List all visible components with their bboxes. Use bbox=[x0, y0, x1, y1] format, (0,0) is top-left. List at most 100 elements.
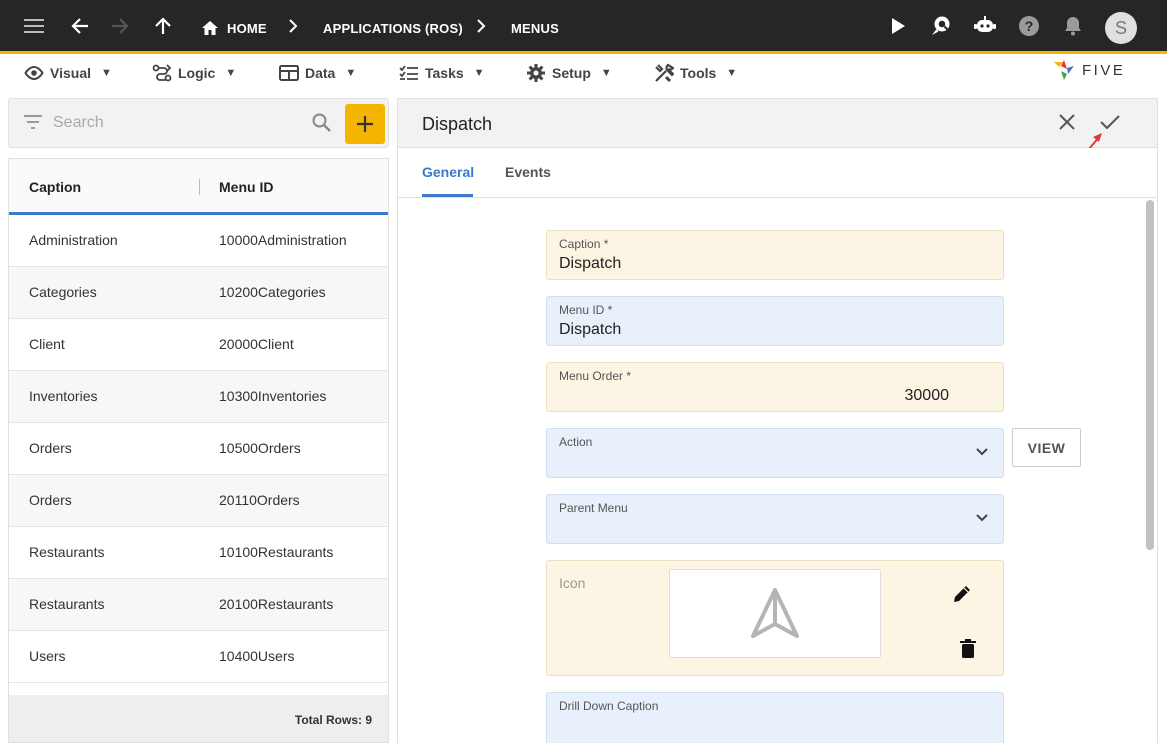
edit-pencil-icon[interactable] bbox=[951, 583, 973, 605]
grid-footer: Total Rows: 9 bbox=[9, 695, 388, 742]
navigation-arrow-icon bbox=[751, 587, 799, 638]
menu-data[interactable]: Data ▼ bbox=[279, 62, 356, 84]
menu-visual-label: Visual bbox=[50, 65, 91, 81]
gear-icon bbox=[527, 64, 545, 82]
list-search-bar: Search bbox=[8, 98, 389, 148]
drill-down-caption-label: Drill Down Caption bbox=[559, 699, 659, 713]
row-caption: Restaurants bbox=[29, 596, 105, 612]
menu-id-value: Dispatch bbox=[559, 321, 622, 338]
menu-tools-label: Tools bbox=[680, 65, 717, 81]
eye-icon bbox=[24, 66, 44, 80]
menu-tools[interactable]: Tools ▼ bbox=[654, 62, 737, 84]
caption-field[interactable]: Caption * Dispatch bbox=[546, 230, 1004, 280]
menu-logic[interactable]: Logic ▼ bbox=[152, 62, 236, 84]
dropdown-arrow-icon: ▼ bbox=[473, 67, 485, 79]
column-header-caption[interactable]: Caption bbox=[29, 179, 81, 195]
dropdown-arrow-icon: ▼ bbox=[225, 67, 237, 79]
close-icon[interactable] bbox=[1056, 111, 1078, 133]
user-avatar[interactable]: S bbox=[1105, 12, 1137, 44]
hamburger-menu-icon[interactable] bbox=[20, 11, 50, 41]
table-row[interactable]: Restaurants 20100Restaurants bbox=[9, 579, 388, 631]
menu-visual[interactable]: Visual ▼ bbox=[24, 62, 112, 84]
logic-icon bbox=[152, 64, 172, 82]
chevron-down-icon bbox=[976, 514, 988, 522]
row-caption: Restaurants bbox=[29, 544, 105, 560]
tab-events[interactable]: Events bbox=[505, 164, 551, 180]
plus-icon bbox=[357, 116, 373, 132]
forward-arrow-icon[interactable] bbox=[105, 11, 135, 41]
search-chat-icon[interactable] bbox=[926, 11, 956, 41]
menu-data-label: Data bbox=[305, 65, 336, 81]
table-row[interactable]: Categories 10200Categories bbox=[9, 267, 388, 319]
dropdown-arrow-icon: ▼ bbox=[345, 67, 357, 79]
icon-preview bbox=[669, 569, 881, 658]
menu-order-value: 30000 bbox=[904, 387, 950, 404]
view-button[interactable]: VIEW bbox=[1012, 428, 1081, 467]
menu-logic-label: Logic bbox=[178, 65, 216, 81]
delete-trash-icon[interactable] bbox=[960, 639, 976, 659]
menu-list-grid: Caption Menu ID Administration 10000Admin… bbox=[8, 158, 389, 743]
svg-text:?: ? bbox=[1025, 18, 1034, 34]
breadcrumb-home[interactable]: HOME bbox=[201, 18, 267, 38]
robot-support-icon[interactable] bbox=[970, 11, 1000, 41]
up-arrow-icon[interactable] bbox=[148, 11, 178, 41]
menu-bar: Visual ▼ Logic ▼ Data ▼ Tasks ▼ Setup ▼ … bbox=[0, 54, 1167, 92]
tools-icon bbox=[655, 63, 674, 83]
five-logo-icon bbox=[1054, 60, 1074, 80]
menu-order-label: Menu Order * bbox=[559, 369, 632, 383]
five-logo-text: FIVE bbox=[1082, 61, 1126, 79]
row-menu-id: 10300Inventories bbox=[219, 388, 327, 404]
notification-bell-icon[interactable] bbox=[1058, 11, 1088, 41]
search-input[interactable]: Search bbox=[53, 114, 104, 132]
action-select[interactable]: Action bbox=[546, 428, 1004, 478]
menu-setup-label: Setup bbox=[552, 65, 591, 81]
search-icon[interactable] bbox=[311, 112, 333, 134]
menu-id-field[interactable]: Menu ID * Dispatch bbox=[546, 296, 1004, 346]
help-icon[interactable]: ? bbox=[1014, 11, 1044, 41]
drill-down-caption-field[interactable]: Drill Down Caption bbox=[546, 692, 1004, 743]
tasks-icon bbox=[399, 65, 418, 80]
five-logo: FIVE bbox=[1052, 58, 1125, 82]
caption-value: Dispatch bbox=[559, 255, 622, 272]
play-icon[interactable] bbox=[883, 11, 913, 41]
menu-id-label: Menu ID * bbox=[559, 303, 613, 317]
row-caption: Inventories bbox=[29, 388, 98, 404]
breadcrumb-menus-label: MENUS bbox=[511, 20, 559, 36]
row-caption: Administration bbox=[29, 232, 118, 248]
row-menu-id: 10200Categories bbox=[219, 284, 326, 300]
table-row[interactable]: Inventories 10300Inventories bbox=[9, 371, 388, 423]
form-tabs: General Events bbox=[397, 148, 1158, 198]
total-rows: Total Rows: 9 bbox=[294, 713, 372, 727]
chevron-down-icon bbox=[976, 448, 988, 456]
breadcrumb-menus[interactable]: MENUS bbox=[511, 18, 559, 38]
back-arrow-icon[interactable] bbox=[65, 11, 95, 41]
table-row[interactable]: Users 10400Users bbox=[9, 631, 388, 683]
menu-order-field[interactable]: Menu Order * 30000 bbox=[546, 362, 1004, 412]
form-title: Dispatch bbox=[422, 114, 493, 134]
top-bar: HOME APPLICATIONS (ROS) MENUS ? S bbox=[0, 0, 1167, 54]
row-menu-id: 20000Client bbox=[219, 336, 294, 352]
table-row[interactable]: Restaurants 10100Restaurants bbox=[9, 527, 388, 579]
menu-setup[interactable]: Setup ▼ bbox=[526, 62, 612, 84]
parent-menu-select[interactable]: Parent Menu bbox=[546, 494, 1004, 544]
column-divider[interactable] bbox=[199, 179, 200, 195]
column-header-menu-id[interactable]: Menu ID bbox=[219, 179, 273, 195]
breadcrumb-applications[interactable]: APPLICATIONS (ROS) bbox=[323, 18, 463, 38]
table-row[interactable]: Orders 10500Orders bbox=[9, 423, 388, 475]
row-caption: Categories bbox=[29, 284, 97, 300]
active-tab-indicator bbox=[422, 194, 473, 197]
menu-tasks-label: Tasks bbox=[425, 65, 464, 81]
add-button[interactable] bbox=[345, 104, 385, 144]
table-row[interactable]: Client 20000Client bbox=[9, 319, 388, 371]
breadcrumb-applications-label: APPLICATIONS (ROS) bbox=[323, 20, 463, 36]
table-row[interactable]: Administration 10000Administration bbox=[9, 215, 388, 267]
row-menu-id: 10400Users bbox=[219, 648, 295, 664]
row-caption: Users bbox=[29, 648, 66, 664]
filter-icon[interactable] bbox=[23, 114, 43, 130]
row-menu-id: 10000Administration bbox=[219, 232, 347, 248]
row-menu-id: 20110Orders bbox=[219, 492, 300, 508]
menu-tasks[interactable]: Tasks ▼ bbox=[399, 62, 485, 84]
form-scrollbar[interactable] bbox=[1146, 200, 1154, 550]
table-row[interactable]: Orders 20110Orders bbox=[9, 475, 388, 527]
tab-general[interactable]: General bbox=[422, 164, 474, 180]
